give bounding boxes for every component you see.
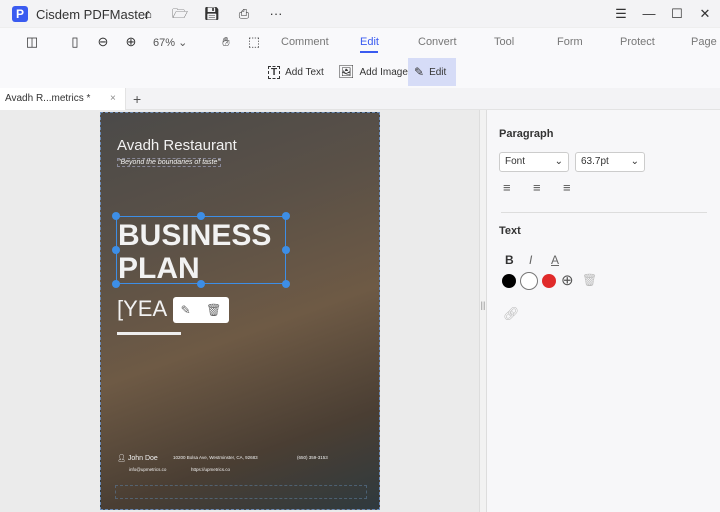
- chevron-down-icon: ⌄: [630, 156, 639, 167]
- phone[interactable]: (650) 359-3153: [297, 455, 328, 460]
- resize-handle[interactable]: [282, 246, 290, 254]
- menu-tool[interactable]: Tool: [494, 36, 514, 48]
- add-text-label: Add Text: [285, 66, 324, 78]
- resize-handle[interactable]: [112, 246, 120, 254]
- website[interactable]: https://upmetrics.co: [191, 467, 230, 472]
- add-image-label: Add Image: [359, 66, 408, 78]
- zoom-out-icon[interactable]: ⊖: [94, 33, 112, 51]
- resize-handle[interactable]: [282, 212, 290, 220]
- text-title: Text: [499, 225, 521, 237]
- edit-label: Edit: [429, 66, 447, 78]
- email[interactable]: info@upmetrics.co: [129, 467, 166, 472]
- pdf-page: Avadh Restaurant "Beyond the boundaries …: [100, 112, 380, 510]
- text-context-menu: ✎ 🗑︎: [173, 297, 229, 323]
- tagline[interactable]: "Beyond the boundaries of taste": [117, 158, 221, 167]
- home-icon[interactable]: ⌂: [139, 5, 157, 23]
- year-text[interactable]: [YEA: [117, 296, 167, 322]
- font-size-value: 63.7pt: [581, 156, 609, 167]
- save-icon[interactable]: 💾︎: [203, 5, 221, 23]
- maximize-icon[interactable]: ☐: [668, 5, 686, 23]
- new-tab-icon[interactable]: +: [133, 91, 141, 107]
- align-right-icon[interactable]: ≡: [563, 180, 571, 195]
- more-icon[interactable]: ···: [267, 5, 285, 23]
- zoom-in-icon[interactable]: ⊕: [122, 33, 140, 51]
- sidebar-toggle-icon[interactable]: ◫: [23, 33, 41, 51]
- zoom-select[interactable]: 67% ⌄: [153, 36, 187, 49]
- app-title: Cisdem PDFMaster: [36, 7, 150, 22]
- zoom-value: 67%: [153, 37, 176, 49]
- name[interactable]: John Doe: [128, 455, 158, 462]
- open-folder-icon[interactable]: 🗁: [171, 5, 189, 23]
- delete-color-icon[interactable]: 🗑︎: [582, 273, 597, 287]
- menu-icon[interactable]: ☰: [612, 5, 630, 23]
- add-image-button[interactable]: 🖼︎ Add Image: [332, 58, 414, 86]
- add-text-icon: T: [268, 65, 281, 79]
- chevron-down-icon: ⌄: [554, 156, 563, 167]
- properties-panel: Paragraph Font ⌄ 63.7pt ⌄ ≡ ≡ ≡ Text B I A…: [487, 110, 720, 512]
- italic-button[interactable]: I: [529, 253, 532, 267]
- heading[interactable]: BUSINESS PLAN: [118, 219, 271, 285]
- color-swatch-white[interactable]: [520, 272, 538, 290]
- image-icon: 🖼︎: [338, 64, 355, 79]
- paragraph-title: Paragraph: [499, 128, 554, 140]
- color-swatch-black[interactable]: [502, 274, 516, 288]
- divider-line: [117, 332, 181, 335]
- select-area-icon[interactable]: ⬚: [245, 33, 263, 51]
- menu-comment[interactable]: Comment: [281, 36, 329, 48]
- menu-protect[interactable]: Protect: [620, 36, 655, 48]
- panel-resize-handle[interactable]: ||: [479, 110, 487, 512]
- minimize-icon[interactable]: —: [640, 5, 658, 23]
- resize-handle[interactable]: [282, 280, 290, 288]
- edit-button[interactable]: ✎ Edit: [408, 58, 456, 86]
- active-menu-indicator: [360, 51, 378, 53]
- align-left-icon[interactable]: ≡: [503, 180, 511, 195]
- menu-edit[interactable]: Edit: [360, 36, 379, 48]
- restaurant-name[interactable]: Avadh Restaurant: [117, 137, 237, 154]
- document-tab-label: Avadh R...metrics *: [5, 93, 91, 104]
- close-tab-icon[interactable]: ×: [110, 93, 116, 104]
- fit-page-icon[interactable]: ▯: [66, 33, 84, 51]
- font-value: Font: [505, 156, 526, 167]
- bold-button[interactable]: B: [505, 253, 514, 267]
- section-divider: [501, 212, 707, 213]
- resize-handle[interactable]: [112, 280, 120, 288]
- resize-handle[interactable]: [197, 212, 205, 220]
- font-select[interactable]: Font ⌄: [499, 152, 569, 172]
- document-tab[interactable]: Avadh R...metrics * ×: [0, 88, 126, 110]
- align-center-icon[interactable]: ≡: [533, 180, 541, 195]
- heading-line-2: PLAN: [118, 252, 200, 285]
- close-icon[interactable]: ✕: [696, 5, 714, 23]
- hand-tool-icon[interactable]: ✋︎: [217, 33, 235, 51]
- resize-handle[interactable]: [112, 212, 120, 220]
- address[interactable]: 10200 Bolsa Ave, Westminster, CA, 92683: [173, 455, 258, 460]
- add-color-icon[interactable]: ⊕: [561, 271, 574, 289]
- delete-icon[interactable]: 🗑︎: [206, 303, 221, 317]
- menu-convert[interactable]: Convert: [418, 36, 457, 48]
- text-color-button[interactable]: A: [551, 253, 559, 267]
- link-icon[interactable]: 🔗︎: [503, 306, 520, 322]
- heading-line-1: BUSINESS: [118, 219, 272, 252]
- edit-icon: ✎: [414, 65, 425, 79]
- menu-page[interactable]: Page: [691, 36, 717, 48]
- font-size-select[interactable]: 63.7pt ⌄: [575, 152, 645, 172]
- tab-bar: Avadh R...metrics * × +: [0, 88, 720, 110]
- print-icon[interactable]: ⎙: [235, 5, 253, 23]
- title-bar: P Cisdem PDFMaster ⌂ 🗁 💾︎ ⎙ ··· ☰ — ☐ ✕: [0, 0, 720, 28]
- contact-name: 👤︎ John Doe: [117, 455, 158, 462]
- color-swatch-red[interactable]: [542, 274, 556, 288]
- disclaimer-text-box[interactable]: [115, 485, 367, 499]
- add-text-button[interactable]: T Add Text: [262, 58, 330, 86]
- app-logo: P: [12, 6, 28, 22]
- resize-handle[interactable]: [197, 280, 205, 288]
- menu-form[interactable]: Form: [557, 36, 583, 48]
- edit-text-icon[interactable]: ✎: [181, 303, 191, 317]
